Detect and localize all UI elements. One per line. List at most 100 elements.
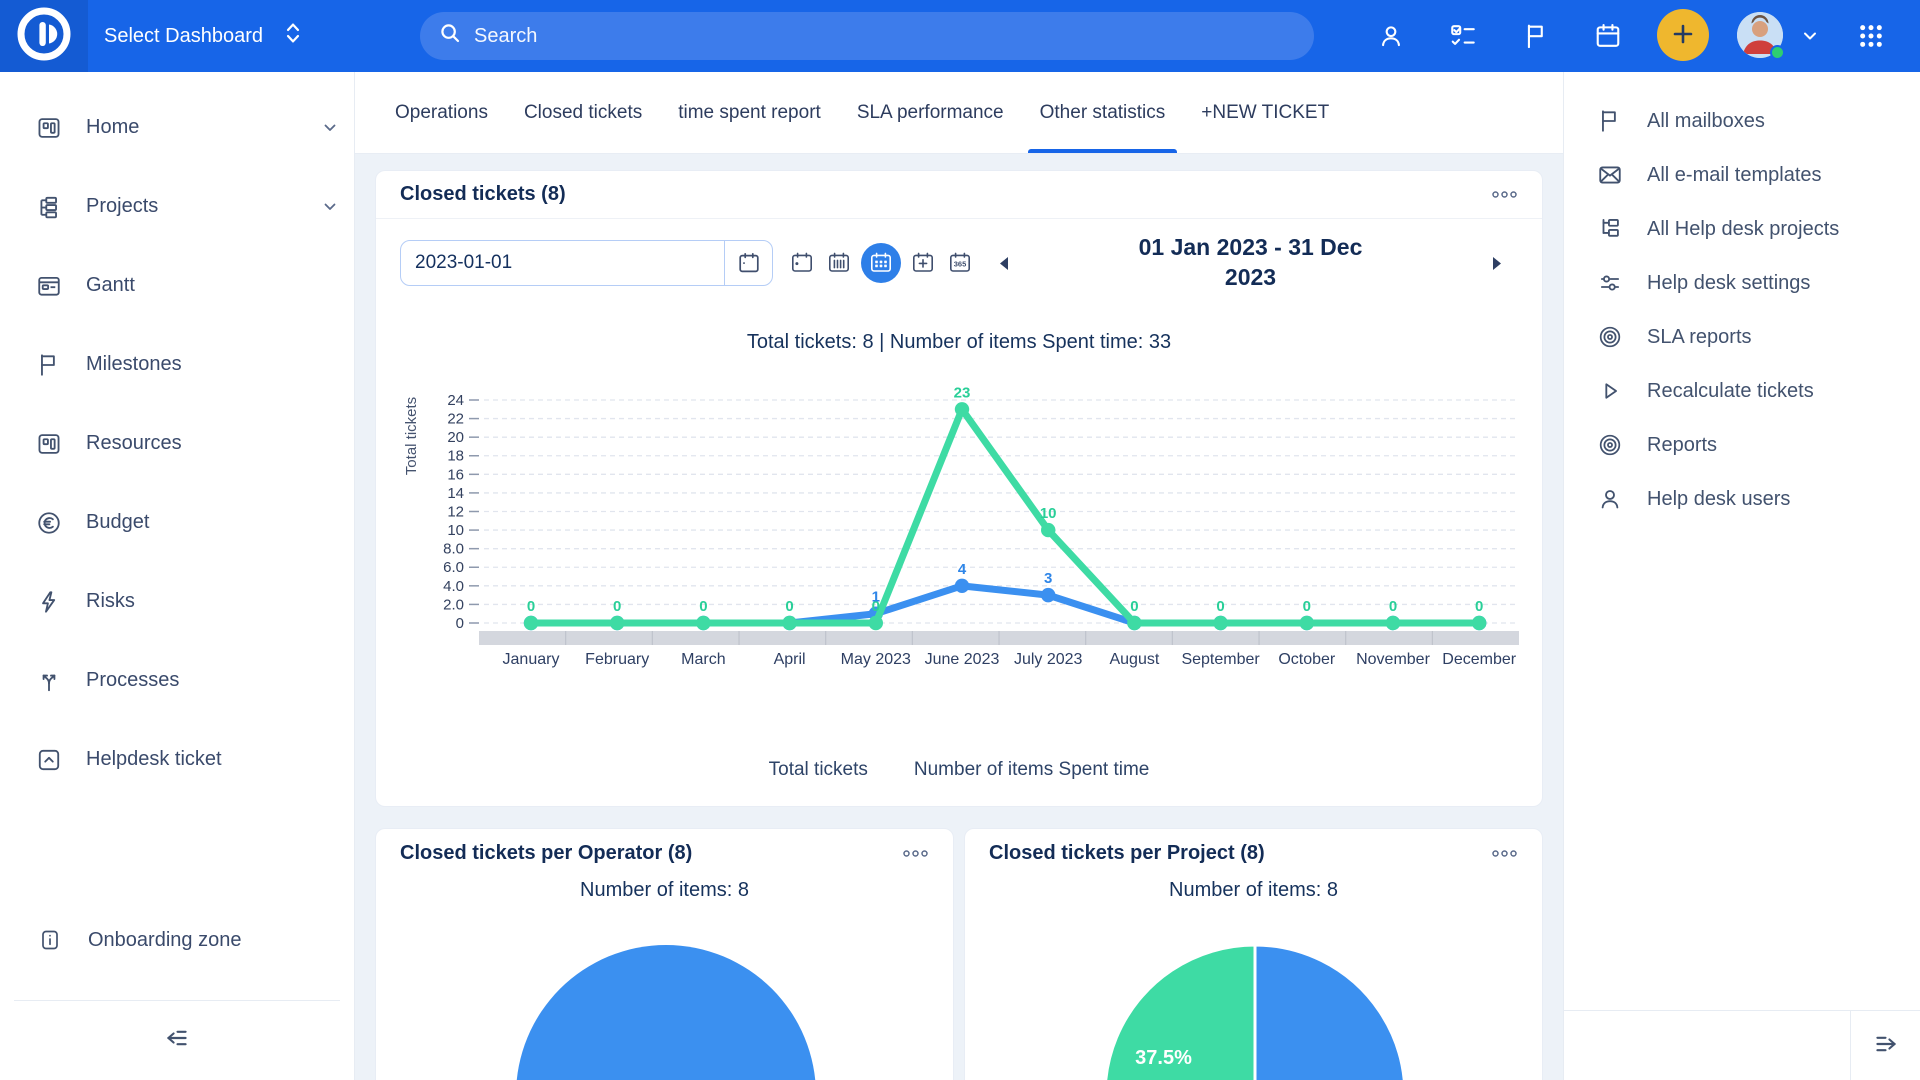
tab-other-statistics[interactable]: Other statistics xyxy=(1022,72,1184,153)
plus-icon xyxy=(1669,20,1697,51)
dashboard-selector[interactable]: Select Dashboard xyxy=(104,0,305,72)
dashboard-icon xyxy=(36,431,62,457)
tasks-checklist-icon[interactable] xyxy=(1449,22,1477,50)
sidebar-item-resources[interactable]: Resources xyxy=(0,404,354,483)
sidebar-item-onboarding-zone[interactable]: Onboarding zone xyxy=(0,912,354,968)
date-calendar-button[interactable] xyxy=(724,241,772,285)
menu-item-all-helpdesk-projects[interactable]: All Help desk projects xyxy=(1564,202,1920,256)
operator-pie-chart xyxy=(376,942,954,1080)
menu-item-label: All Help desk projects xyxy=(1647,218,1839,241)
svg-text:22: 22 xyxy=(447,411,464,428)
svg-text:20: 20 xyxy=(447,429,464,446)
menu-item-all-email-templates[interactable]: All e-mail templates xyxy=(1564,148,1920,202)
search-input[interactable]: Search xyxy=(420,12,1314,60)
tab-operations[interactable]: Operations xyxy=(377,72,506,153)
date-picker-group xyxy=(400,240,773,286)
calendar-icon[interactable] xyxy=(1594,22,1622,50)
tab-sla-performance[interactable]: SLA performance xyxy=(839,72,1022,153)
add-button[interactable] xyxy=(1657,9,1709,61)
tab-closed-tickets[interactable]: Closed tickets xyxy=(506,72,660,153)
left-sidebar: Home Projects xyxy=(0,72,355,1080)
svg-text:8.0: 8.0 xyxy=(443,541,464,558)
sidebar-footer: Onboarding zone xyxy=(0,912,354,1080)
collapse-sidebar-icon[interactable] xyxy=(162,1023,192,1058)
legend-item-spent-time[interactable]: Number of items Spent time xyxy=(914,759,1149,781)
sidebar-item-helpdesk-ticket[interactable]: Helpdesk ticket xyxy=(0,720,354,799)
sidebar-item-risks[interactable]: Risks xyxy=(0,562,354,641)
svg-text:0: 0 xyxy=(1303,598,1311,615)
sidebar-item-home[interactable]: Home xyxy=(0,88,354,167)
svg-text:0: 0 xyxy=(785,598,793,615)
closed-tickets-panel: Closed tickets (8) xyxy=(375,170,1543,807)
chart-summary: Total tickets: 8 | Number of items Spent… xyxy=(376,331,1542,354)
svg-text:June 2023: June 2023 xyxy=(925,651,1000,668)
envelope-icon xyxy=(1597,162,1623,188)
sidebar-item-budget[interactable]: Budget xyxy=(0,483,354,562)
svg-text:0: 0 xyxy=(1216,598,1224,615)
sidebar-item-projects[interactable]: Projects xyxy=(0,167,354,246)
project-pie-chart: 37.5% xyxy=(965,942,1543,1080)
dashboard-content: Closed tickets (8) xyxy=(355,154,1563,1080)
year-view-icon[interactable]: 365 xyxy=(945,248,975,278)
svg-text:4.0: 4.0 xyxy=(443,578,464,595)
svg-text:0: 0 xyxy=(456,615,464,632)
date-input[interactable] xyxy=(401,241,724,285)
menu-item-recalculate-tickets[interactable]: Recalculate tickets xyxy=(1564,364,1920,418)
sidebar-item-gantt[interactable]: Gantt xyxy=(0,246,354,325)
panel-menu-button[interactable] xyxy=(1491,190,1518,199)
svg-text:April: April xyxy=(774,651,806,668)
flag-icon xyxy=(36,352,62,378)
svg-text:3: 3 xyxy=(1044,570,1052,587)
svg-text:August: August xyxy=(1109,651,1159,668)
panel-menu-button[interactable] xyxy=(902,849,929,858)
svg-text:2.0: 2.0 xyxy=(443,596,464,613)
menu-item-sla-reports[interactable]: SLA reports xyxy=(1564,310,1920,364)
month-view-icon-selected[interactable] xyxy=(861,243,901,283)
sidebar-item-processes[interactable]: Processes xyxy=(0,641,354,720)
avatar[interactable] xyxy=(1737,12,1783,58)
svg-text:May 2023: May 2023 xyxy=(841,651,911,668)
menu-item-label: All e-mail templates xyxy=(1647,164,1822,187)
gantt-icon xyxy=(36,273,62,299)
search-icon xyxy=(438,21,462,51)
person-icon xyxy=(1597,486,1623,512)
previous-period-button[interactable] xyxy=(997,255,1011,272)
euro-icon xyxy=(36,510,62,536)
svg-text:18: 18 xyxy=(447,448,464,465)
menu-item-helpdesk-users[interactable]: Help desk users xyxy=(1564,472,1920,526)
sliders-icon xyxy=(1597,270,1623,296)
next-period-button[interactable] xyxy=(1490,255,1504,272)
sidebar-item-label: Resources xyxy=(86,432,182,455)
tab-time-spent-report[interactable]: time spent report xyxy=(660,72,839,153)
chart-controls: 365 01 Jan 2023 - 31 Dec 2023 xyxy=(376,235,1542,291)
week-view-icon[interactable] xyxy=(824,248,854,278)
menu-item-helpdesk-settings[interactable]: Help desk settings xyxy=(1564,256,1920,310)
legend-item-total-tickets[interactable]: Total tickets xyxy=(769,759,868,781)
svg-text:February: February xyxy=(585,651,649,668)
svg-text:23: 23 xyxy=(954,384,971,401)
tab-new-ticket[interactable]: +NEW TICKET xyxy=(1183,72,1347,153)
projects-tree-icon xyxy=(36,194,62,220)
flag-icon[interactable] xyxy=(1521,22,1549,50)
svg-text:July 2023: July 2023 xyxy=(1014,651,1083,668)
svg-text:24: 24 xyxy=(447,392,464,409)
target-icon xyxy=(1597,324,1623,350)
menu-item-all-mailboxes[interactable]: All mailboxes xyxy=(1564,94,1920,148)
panel-title: Closed tickets per Project (8) xyxy=(989,842,1265,865)
search-placeholder: Search xyxy=(474,25,537,48)
lightning-icon xyxy=(36,589,62,615)
add-period-view-icon[interactable] xyxy=(908,248,938,278)
user-icon[interactable] xyxy=(1377,22,1405,50)
menu-item-reports[interactable]: Reports xyxy=(1564,418,1920,472)
panel-menu-button[interactable] xyxy=(1491,849,1518,858)
menu-item-label: Help desk settings xyxy=(1647,272,1810,295)
chevron-down-icon[interactable] xyxy=(1801,27,1829,55)
main-content: Operations Closed tickets time spent rep… xyxy=(355,72,1563,1080)
info-icon xyxy=(38,928,62,952)
pie-subtitle: Number of items: 8 xyxy=(965,879,1542,902)
day-view-icon[interactable] xyxy=(787,248,817,278)
apps-grid-icon[interactable] xyxy=(1858,23,1886,51)
sidebar-item-milestones[interactable]: Milestones xyxy=(0,325,354,404)
expand-panel-button[interactable] xyxy=(1850,1011,1920,1080)
app-logo[interactable] xyxy=(0,0,88,72)
